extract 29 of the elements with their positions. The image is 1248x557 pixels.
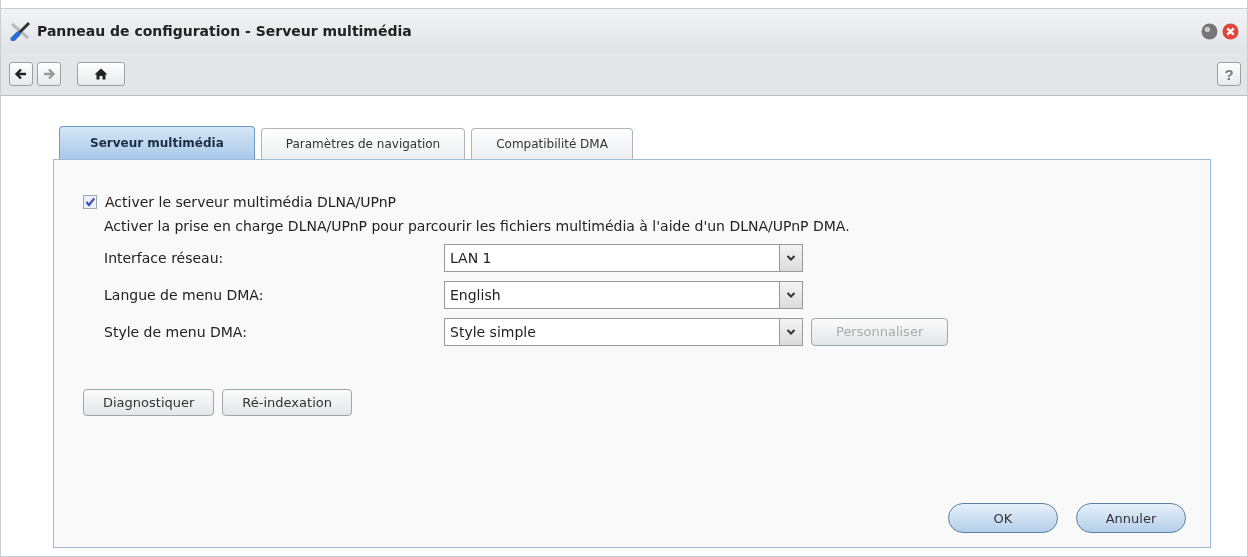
tab[interactable]: Paramètres de navigation: [260, 128, 466, 159]
field-label: Langue de menu DMA:: [104, 286, 265, 303]
right-arrow-icon: [42, 67, 56, 81]
checkbox[interactable]: [83, 195, 97, 209]
tab[interactable]: Compatibilité DMA: [471, 128, 633, 159]
window-title: Panneau de configuration - Serveur multimédia: [37, 23, 412, 39]
close-icon[interactable]: [1222, 22, 1239, 40]
tab[interactable]: Serveur multimédia: [59, 126, 255, 159]
left-arrow-icon: [14, 67, 28, 81]
dialog-button[interactable]: OK: [948, 503, 1058, 533]
chevron-down-icon: [786, 253, 796, 262]
chevron-down-icon: [786, 290, 796, 299]
description-text: Activer la prise en charge DLNA/UPnP pour parcourir les fichiers multimédia à l'aide d'un DLNA/UPnP DMA.: [104, 218, 851, 234]
dropdown[interactable]: English: [444, 280, 803, 309]
dropdown[interactable]: LAN 1: [444, 243, 803, 272]
field-label: Style de menu DMA:: [104, 323, 248, 340]
help-button[interactable]: ?: [1217, 62, 1241, 86]
tools-icon: [9, 21, 33, 41]
dropdown[interactable]: Style simple: [444, 317, 803, 346]
back-button[interactable]: [9, 62, 33, 86]
field-label: Interface réseau:: [104, 249, 225, 266]
home-icon: [94, 67, 108, 81]
dialog-button[interactable]: Annuler: [1076, 503, 1186, 533]
checkbox-label: Activer le serveur multimédia DLNA/UPnP: [105, 194, 397, 210]
chevron-down-icon: [786, 327, 796, 336]
action-button[interactable]: Ré-indexation: [222, 389, 352, 416]
minimize-icon[interactable]: [1201, 22, 1218, 40]
home-button[interactable]: [77, 62, 125, 86]
action-button[interactable]: Diagnostiquer: [83, 389, 215, 416]
